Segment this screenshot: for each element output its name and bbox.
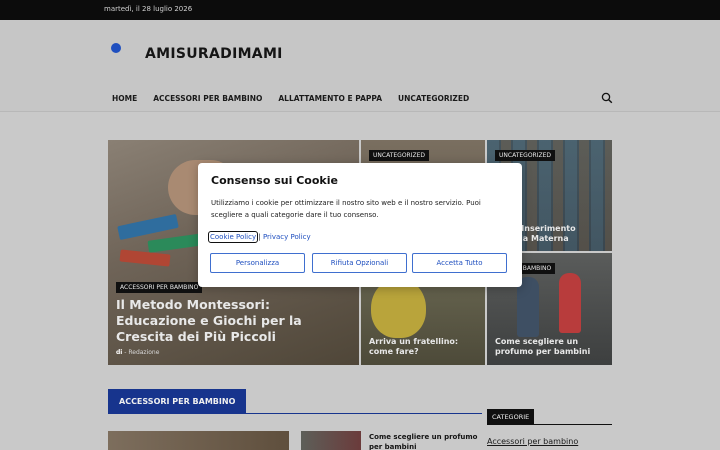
article-thumbnail[interactable] (108, 431, 289, 450)
current-date: martedì, il 28 luglio 2026 (104, 5, 193, 13)
child-image (559, 273, 581, 333)
site-header: AMISURADIMAMI HOME ACCESSORI PER BAMBINO… (0, 20, 720, 112)
category-tag[interactable]: ACCESSORI PER BAMBINO (116, 282, 203, 293)
featured-bottom-right-title[interactable]: Come scegliere un profumo per bambini (495, 337, 607, 357)
sidebar-widget-heading: CATEGORIE (487, 409, 535, 425)
search-icon[interactable] (601, 92, 613, 104)
sidebar-category-link[interactable]: Accessori per bambino (487, 437, 578, 446)
duck-image (371, 278, 426, 338)
featured-bottom-middle-title[interactable]: Arriva un fratellino: come fare? (369, 337, 479, 357)
top-bar: martedì, il 28 luglio 2026 (0, 0, 720, 20)
byline-prefix: di (116, 349, 123, 356)
logo-dot-icon[interactable] (111, 43, 121, 53)
cookie-consent-dialog: Consenso sui Cookie Utilizziamo i cookie… (198, 163, 522, 287)
nav-item-home[interactable]: HOME (112, 94, 137, 103)
author-name[interactable]: - Redazione (124, 349, 159, 356)
reject-optional-button[interactable]: Rifiuta Opzionali (312, 253, 407, 273)
nav-item-allattamento[interactable]: ALLATTAMENTO E PAPPA (278, 94, 382, 103)
article-list-title[interactable]: Come scegliere un profumo per bambini (369, 432, 484, 450)
site-logo[interactable]: AMISURADIMAMI (145, 46, 283, 62)
section-divider (108, 413, 482, 414)
policy-links: Cookie Policy | Privacy Policy (207, 231, 311, 243)
nav-item-uncategorized[interactable]: UNCATEGORIZED (398, 94, 469, 103)
cookie-policy-link[interactable]: Cookie Policy (207, 231, 259, 243)
sidebar-widget-divider (487, 424, 612, 425)
byline: di - Redazione (116, 349, 159, 356)
dialog-title: Consenso sui Cookie (211, 174, 338, 187)
privacy-policy-link[interactable]: Privacy Policy (263, 233, 311, 241)
category-tag[interactable]: UNCATEGORIZED (495, 150, 555, 161)
featured-main-title[interactable]: Il Metodo Montessori: Educazione e Gioch… (116, 297, 354, 345)
section-heading[interactable]: ACCESSORI PER BAMBINO (108, 389, 246, 414)
customize-button[interactable]: Personalizza (210, 253, 305, 273)
dialog-text: Utilizziamo i cookie per ottimizzare il … (211, 199, 481, 219)
link-separator: | (258, 233, 261, 241)
category-tag[interactable]: UNCATEGORIZED (369, 150, 429, 161)
article-thumbnail-small[interactable] (301, 431, 361, 450)
main-nav: HOME ACCESSORI PER BAMBINO ALLATTAMENTO … (112, 94, 469, 103)
nav-item-accessori[interactable]: ACCESSORI PER BAMBINO (153, 94, 262, 103)
accept-all-button[interactable]: Accetta Tutto (412, 253, 507, 273)
